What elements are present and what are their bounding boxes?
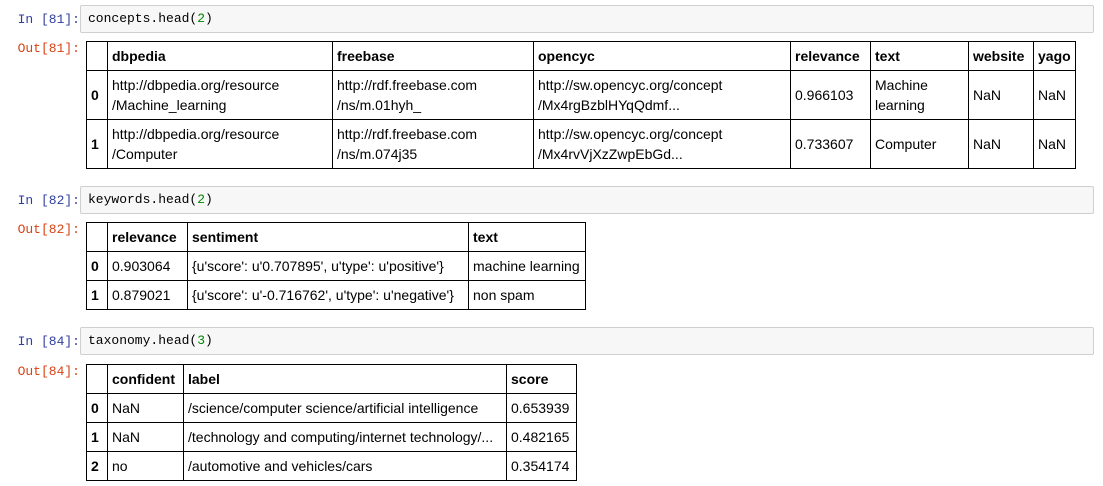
cell-line: http://dbpedia.org/resource [112, 77, 280, 93]
concepts-dataframe: dbpedia freebase opencyc relevance text … [86, 41, 1076, 169]
index-header [86, 364, 108, 394]
table-cell: http://rdf.freebase.com/ns/m.01hyh_ [332, 70, 534, 120]
code-number: 3 [197, 333, 206, 348]
cell-line: learning [875, 97, 925, 113]
row-index: 2 [86, 451, 108, 481]
output-prompt: Out[81]: [17, 41, 80, 56]
table-cell: NaN [107, 422, 184, 452]
code-text: taxonomy.head( [88, 333, 198, 348]
column-header: text [870, 41, 969, 71]
column-header: website [968, 41, 1034, 71]
table-cell: http://dbpedia.org/resource/Computer [107, 119, 333, 169]
table-cell: /science/computer science/artificial int… [183, 393, 507, 423]
code-text: keywords.head( [88, 192, 198, 207]
input-prompt: In [84]: [17, 334, 80, 349]
table-cell: NaN [968, 70, 1034, 120]
table-cell: http://sw.opencyc.org/concept/Mx4rvVjXzZ… [533, 119, 791, 169]
cell-line: http://rdf.freebase.com [337, 126, 478, 142]
table-cell: Machine learning [870, 70, 969, 120]
code-text: concepts.head( [88, 11, 198, 26]
code-number: 2 [197, 192, 206, 207]
code-input[interactable]: taxonomy.head(3) [80, 327, 1094, 355]
taxonomy-dataframe: confident label score 0 NaN /science/com… [86, 364, 577, 481]
table-cell: no [107, 451, 184, 481]
table-cell: 0.903064 [107, 251, 188, 281]
index-header [86, 222, 108, 252]
output-prompt: Out[82]: [17, 222, 80, 237]
table-row: 2 no /automotive and vehicles/cars 0.354… [86, 451, 577, 481]
cell-line: http://sw.opencyc.org/concept [538, 77, 723, 93]
code-text: ) [205, 192, 213, 207]
table-cell: NaN [968, 119, 1034, 169]
column-header: dbpedia [107, 41, 333, 71]
cell-line: /Mx4rvVjXzZwpEbGd... [538, 146, 683, 162]
table-row: 1 0.879021 {u'score': u'-0.716762', u'ty… [86, 280, 586, 310]
table-header-row: relevance sentiment text [86, 222, 586, 252]
column-header: freebase [332, 41, 534, 71]
table-cell: {u'score': u'-0.716762', u'type': u'nega… [187, 280, 469, 310]
column-header: relevance [790, 41, 871, 71]
column-header: yago [1033, 41, 1076, 71]
table-cell: 0.966103 [790, 70, 871, 120]
column-header: relevance [107, 222, 188, 252]
row-index: 0 [86, 70, 108, 120]
table-cell: 0.879021 [107, 280, 188, 310]
row-index: 0 [86, 393, 108, 423]
cell-line: /Mx4rgBzblHYqQdmf... [538, 97, 680, 113]
code-number: 2 [197, 11, 206, 26]
cell-line: http://dbpedia.org/resource [112, 126, 280, 142]
table-cell: 0.354174 [506, 451, 577, 481]
input-prompt: In [82]: [17, 193, 80, 208]
table-cell: Computer [870, 119, 969, 169]
table-cell: /automotive and vehicles/cars [183, 451, 507, 481]
code-input[interactable]: keywords.head(2) [80, 186, 1094, 214]
table-cell: http://sw.opencyc.org/concept/Mx4rgBzblH… [533, 70, 791, 120]
row-index: 1 [86, 119, 108, 169]
cell-line: /Machine_learning [112, 97, 227, 113]
cell-line: http://rdf.freebase.com [337, 77, 478, 93]
output-prompt: Out[84]: [17, 364, 80, 379]
row-index: 1 [86, 280, 108, 310]
table-cell: {u'score': u'0.707895', u'type': u'posit… [187, 251, 469, 281]
table-cell: 0.733607 [790, 119, 871, 169]
cell-line: Machine [875, 77, 928, 93]
table-row: 0 0.903064 {u'score': u'0.707895', u'typ… [86, 251, 586, 281]
table-cell: NaN [1033, 119, 1076, 169]
row-index: 0 [86, 251, 108, 281]
column-header: label [183, 364, 507, 394]
cell-line: /ns/m.01hyh_ [337, 97, 422, 113]
table-cell: NaN [1033, 70, 1076, 120]
column-header: text [468, 222, 586, 252]
table-cell: NaN [107, 393, 184, 423]
cell-line: /Computer [112, 146, 178, 162]
table-row: 0 NaN /science/computer science/artifici… [86, 393, 577, 423]
table-cell: non spam [468, 280, 586, 310]
table-cell: 0.653939 [506, 393, 577, 423]
row-index: 1 [86, 422, 108, 452]
keywords-dataframe: relevance sentiment text 0 0.903064 {u's… [86, 222, 586, 310]
table-row: 0 http://dbpedia.org/resource/Machine_le… [86, 70, 1076, 120]
code-text: ) [205, 11, 213, 26]
code-input[interactable]: concepts.head(2) [80, 5, 1094, 33]
table-cell: /technology and computing/internet techn… [183, 422, 507, 452]
table-cell: machine learning [468, 251, 586, 281]
table-cell: http://dbpedia.org/resource/Machine_lear… [107, 70, 333, 120]
column-header: score [506, 364, 577, 394]
column-header: sentiment [187, 222, 469, 252]
cell-line: http://sw.opencyc.org/concept [538, 126, 723, 142]
column-header: opencyc [533, 41, 791, 71]
column-header: confident [107, 364, 184, 394]
table-header-row: dbpedia freebase opencyc relevance text … [86, 41, 1076, 71]
table-row: 1 NaN /technology and computing/internet… [86, 422, 577, 452]
index-header [86, 41, 108, 71]
table-header-row: confident label score [86, 364, 577, 394]
code-text: ) [205, 333, 213, 348]
table-cell: http://rdf.freebase.com/ns/m.074j35 [332, 119, 534, 169]
input-prompt: In [81]: [17, 12, 80, 27]
table-row: 1 http://dbpedia.org/resource/Computer h… [86, 119, 1076, 169]
cell-line: /ns/m.074j35 [337, 146, 418, 162]
table-cell: 0.482165 [506, 422, 577, 452]
